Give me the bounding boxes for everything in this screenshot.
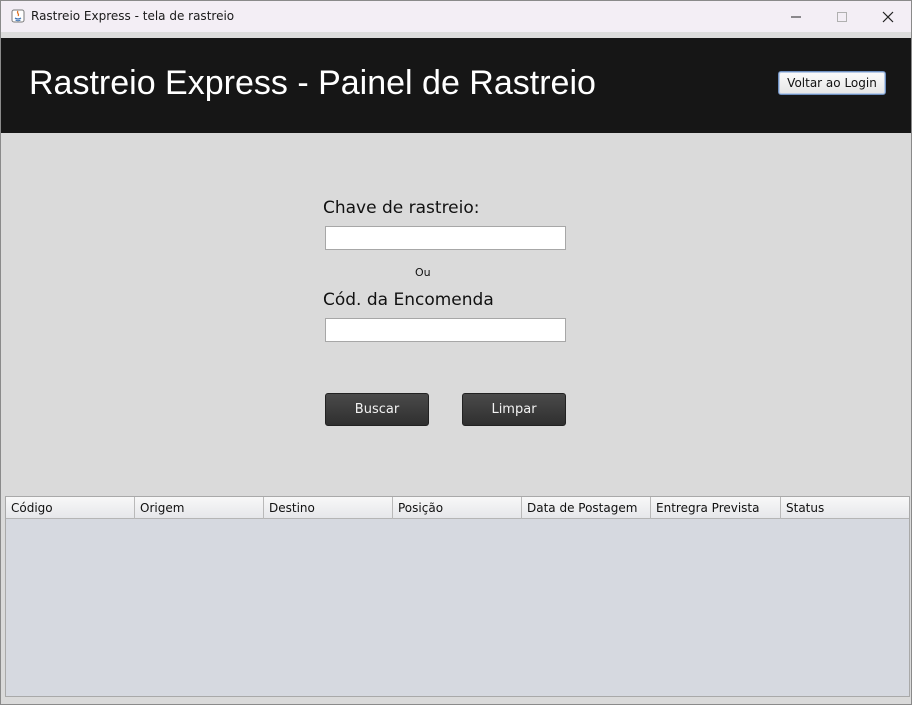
minimize-button[interactable] [773,1,819,32]
close-button[interactable] [865,1,911,32]
table-header: Código Origem Destino Posição Data de Po… [6,497,909,519]
column-header-codigo[interactable]: Código [6,497,135,519]
column-header-status[interactable]: Status [781,497,909,519]
results-table[interactable]: Código Origem Destino Posição Data de Po… [5,496,910,697]
column-header-data-postagem[interactable]: Data de Postagem [522,497,651,519]
clear-button[interactable]: Limpar [462,393,566,426]
back-to-login-button[interactable]: Voltar ao Login [778,71,886,95]
header-panel: Rastreio Express - Painel de Rastreio Vo… [1,38,911,133]
tracking-key-input[interactable] [325,226,566,250]
title-bar: Rastreio Express - tela de rastreio [1,1,911,32]
column-header-entrega-prevista[interactable]: Entregra Prevista [651,497,781,519]
app-window: Rastreio Express - tela de rastreio Rast… [0,0,912,705]
window-title: Rastreio Express - tela de rastreio [31,9,235,23]
maximize-icon [837,11,847,22]
order-code-label: Cód. da Encomenda [323,290,494,310]
page-title: Rastreio Express - Painel de Rastreio [29,64,596,102]
tracking-key-label: Chave de rastreio: [323,198,480,218]
java-app-icon [10,8,26,24]
search-button[interactable]: Buscar [325,393,429,426]
column-header-destino[interactable]: Destino [264,497,393,519]
minimize-icon [791,16,801,17]
column-header-posicao[interactable]: Posição [393,497,522,519]
table-body[interactable] [6,519,909,696]
or-label: Ou [415,266,431,279]
column-header-origem[interactable]: Origem [135,497,264,519]
maximize-button[interactable] [819,1,865,32]
close-icon [882,11,894,22]
order-code-input[interactable] [325,318,566,342]
